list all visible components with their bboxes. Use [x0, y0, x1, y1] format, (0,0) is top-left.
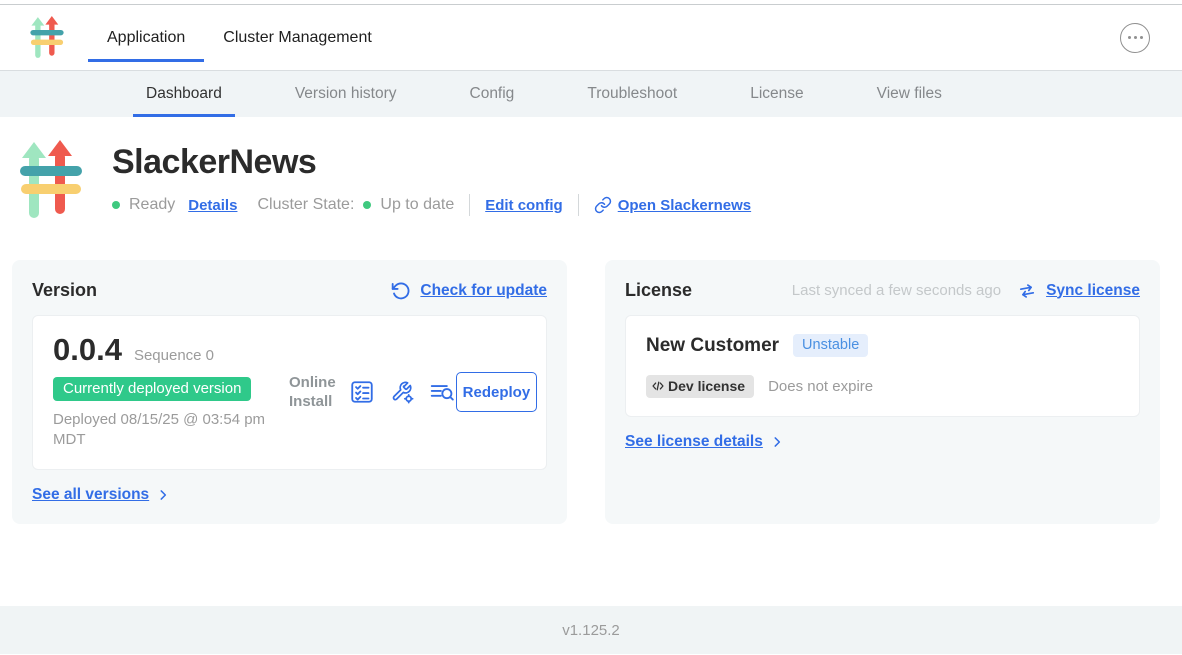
footer: v1.125.2: [0, 606, 1182, 654]
version-info: 0.0.4 Sequence 0 Currently deployed vers…: [53, 334, 289, 451]
subnav-tab-dashboard[interactable]: Dashboard: [133, 71, 235, 117]
cluster-state-label: Cluster State:: [257, 196, 354, 214]
deployed-status-badge: Currently deployed version: [53, 377, 251, 401]
app-status-row: Ready Details Cluster State: Up to date …: [112, 194, 751, 216]
header-bar: Application Cluster Management: [0, 5, 1182, 70]
version-number: 0.0.4: [53, 334, 122, 365]
chevron-right-icon: [770, 435, 784, 449]
app-title-row: SlackerNews Ready Details Cluster State:…: [0, 140, 1182, 222]
subnav-tab-config[interactable]: Config: [457, 71, 528, 117]
deploy-logs-icon[interactable]: [429, 379, 456, 406]
subnav: Dashboard Version history Config Trouble…: [0, 70, 1182, 117]
sync-license-link[interactable]: Sync license: [1017, 281, 1140, 301]
ready-status-dot: [112, 201, 120, 209]
header-tabs: Application Cluster Management: [88, 5, 391, 70]
ready-status-label: Ready: [129, 196, 175, 214]
main-content: SlackerNews Ready Details Cluster State:…: [0, 117, 1182, 606]
app-logo-icon: [20, 140, 82, 222]
license-card: License Last synced a few seconds ago Sy…: [605, 260, 1160, 524]
version-card-header: Version Check for update: [32, 280, 547, 301]
chain-link-icon: [594, 196, 612, 214]
chevron-right-icon: [156, 488, 170, 502]
ellipsis-icon: [1128, 36, 1131, 39]
brand-logo-icon: [30, 16, 64, 60]
version-action-icons: [349, 379, 456, 406]
sequence-label: Sequence 0: [134, 347, 214, 364]
subnav-tab-license[interactable]: License: [737, 71, 816, 117]
status-divider: [469, 194, 470, 216]
page-title: SlackerNews: [112, 144, 751, 181]
license-type-label: Dev license: [668, 378, 745, 394]
header-tab-application[interactable]: Application: [88, 5, 204, 70]
see-all-versions-link[interactable]: See all versions: [32, 486, 149, 504]
open-app-label: Open Slackernews: [618, 197, 751, 214]
status-divider: [578, 194, 579, 216]
customer-name: New Customer: [646, 335, 779, 357]
edit-config-link[interactable]: Edit config: [485, 197, 563, 214]
license-card-title: License: [625, 280, 692, 301]
subnav-tab-version-history[interactable]: Version history: [282, 71, 410, 117]
license-card-header: License Last synced a few seconds ago Sy…: [625, 280, 1140, 301]
dashboard-cards: Version Check for update: [0, 260, 1182, 524]
preflight-checks-icon[interactable]: [349, 379, 376, 406]
current-version-panel: 0.0.4 Sequence 0 Currently deployed vers…: [32, 315, 547, 470]
open-app-link[interactable]: Open Slackernews: [594, 196, 751, 214]
license-type-badge: Dev license: [646, 375, 754, 398]
refresh-icon: [391, 281, 411, 301]
version-card: Version Check for update: [12, 260, 567, 524]
deployed-timestamp: Deployed 08/15/25 @ 03:54 pm MDT: [53, 410, 281, 451]
redeploy-button[interactable]: Redeploy: [456, 372, 538, 412]
install-type-label: Online Install: [289, 373, 336, 412]
sync-license-label: Sync license: [1046, 282, 1140, 300]
title-block: SlackerNews Ready Details Cluster State:…: [112, 140, 751, 222]
more-menu-button[interactable]: [1120, 23, 1150, 53]
config-wrench-icon[interactable]: [389, 379, 416, 406]
channel-badge: Unstable: [793, 334, 868, 357]
sync-icon: [1017, 281, 1037, 301]
subnav-tab-view-files[interactable]: View files: [864, 71, 955, 117]
code-brackets-icon: [651, 379, 665, 393]
footer-version-label: v1.125.2: [562, 622, 620, 639]
license-panel: New Customer Unstable Dev license: [625, 315, 1140, 417]
header-tab-cluster-management[interactable]: Cluster Management: [204, 5, 391, 70]
cluster-state-dot: [363, 201, 371, 209]
subnav-tab-troubleshoot[interactable]: Troubleshoot: [574, 71, 690, 117]
last-synced-label: Last synced a few seconds ago: [792, 282, 1001, 299]
details-link[interactable]: Details: [188, 197, 237, 214]
see-license-details-link[interactable]: See license details: [625, 433, 763, 451]
cluster-state-value: Up to date: [380, 196, 454, 214]
check-for-update-link[interactable]: Check for update: [391, 281, 547, 301]
license-expiry: Does not expire: [768, 378, 873, 395]
version-card-title: Version: [32, 280, 97, 301]
check-for-update-label: Check for update: [420, 282, 547, 300]
